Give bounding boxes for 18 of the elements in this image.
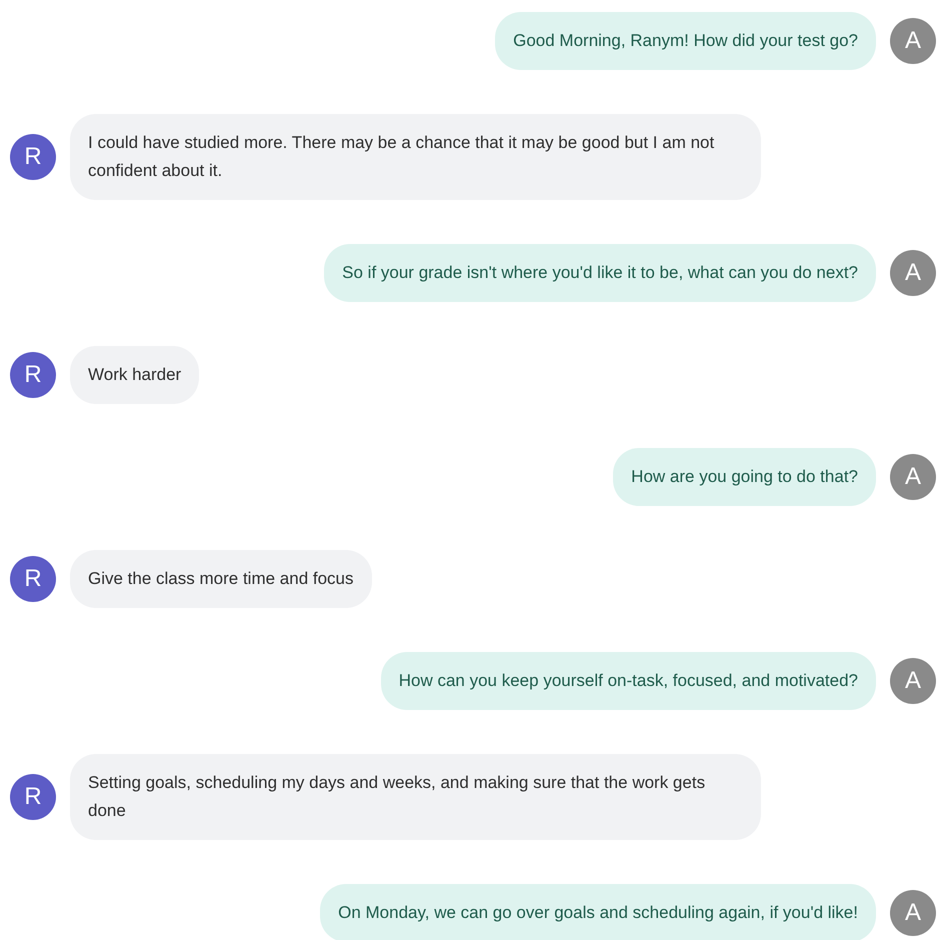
message-bubble: Good Morning, Ranym! How did your test go? [495,12,876,70]
message-bubble: So if your grade isn't where you'd like it to be, what can you do next? [324,244,876,302]
avatar: R [10,556,56,602]
message-bubble: Setting goals, scheduling my days and weeks, and making sure that the work gets done [70,754,761,840]
message-bubble: How are you going to do that? [613,448,876,506]
avatar: A [890,454,936,500]
avatar: A [890,658,936,704]
message-bubble: On Monday, we can go over goals and scheduling again, if you'd like! [320,884,876,940]
message-bubble: How can you keep yourself on-task, focused, and motivated? [380,652,876,710]
avatar: R [10,774,56,820]
avatar: R [10,352,56,398]
avatar: A [890,250,936,296]
message-bubble: Give the class more time and focus [70,550,372,608]
message-bubble: Work harder [70,346,200,404]
avatar: A [890,18,936,64]
avatar: A [890,890,936,936]
message-bubble: I could have studied more. There may be a chance that it may be good but I am not confident about it. [70,114,761,200]
avatar: R [10,134,56,180]
